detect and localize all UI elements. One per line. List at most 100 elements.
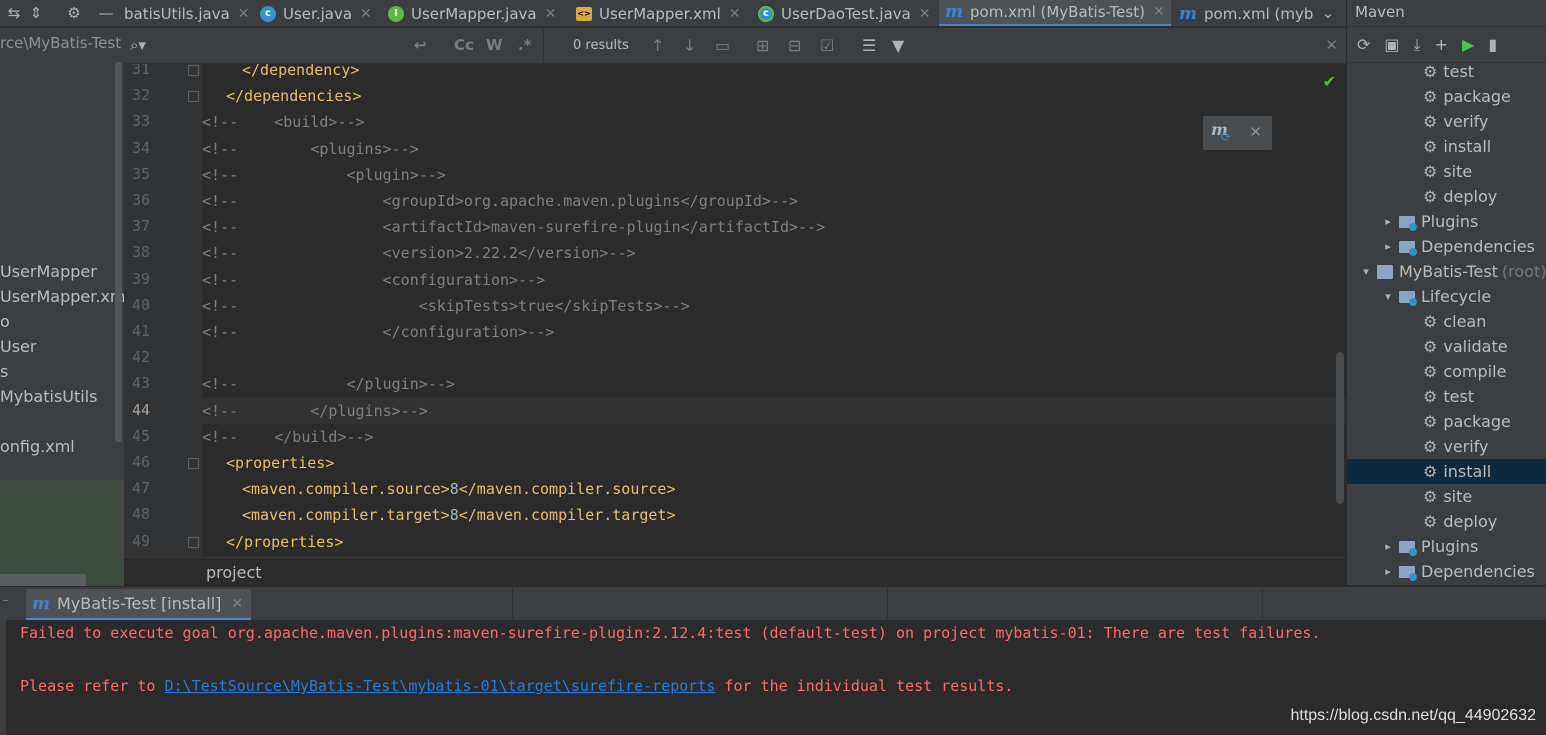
maven-tree-folder[interactable]: ▸ Dependencies — [1347, 559, 1546, 584]
hide-panel-icon[interactable]: — — [96, 3, 116, 23]
editor-tab[interactable]: m pom.xml (myb — [1173, 0, 1319, 26]
maven-tree-goal[interactable]: ⚙ package — [1347, 409, 1546, 434]
settings-gear-icon[interactable]: ⚙ — [64, 3, 84, 23]
maven-tree-goal[interactable]: ⚙ test — [1347, 384, 1546, 409]
maven-tree-goal[interactable]: ⚙ deploy — [1347, 184, 1546, 209]
chevron-right-icon[interactable]: ▸ — [1381, 240, 1395, 253]
add-project-icon[interactable]: + — [1435, 35, 1448, 54]
fold-marker-icon[interactable] — [188, 65, 199, 76]
maven-tree-goal[interactable]: ⚙ install — [1347, 134, 1546, 159]
run-maven-build-icon[interactable]: ▶ — [1462, 35, 1474, 54]
no-problems-check-icon[interactable]: ✔ — [1323, 72, 1336, 91]
previous-occurrence-icon[interactable]: ↑ — [651, 36, 664, 55]
filter-search-results-icon[interactable]: ☰ — [862, 36, 876, 55]
maven-tree-folder[interactable]: ▸ Plugins — [1347, 209, 1546, 234]
reload-icon[interactable]: ⟳ — [1221, 130, 1231, 144]
find-input-area[interactable]: ⌕▾ ↩ Cc W .* — [124, 28, 544, 64]
maven-tree-goal[interactable]: ⚙ site — [1347, 159, 1546, 184]
maven-tree-goal[interactable]: ⚙ install — [1347, 459, 1546, 484]
code-line: </dependencies> — [202, 83, 1346, 109]
line-number: 38 — [131, 243, 150, 262]
select-all-occurrences-icon[interactable]: ▭ — [715, 36, 730, 55]
maven-icon: m — [945, 2, 963, 22]
chevron-right-icon[interactable]: ▸ — [1381, 540, 1395, 553]
project-tree-item[interactable]: s — [0, 359, 8, 384]
close-icon[interactable]: ✕ — [1153, 4, 1165, 20]
search-icon[interactable]: ⌕▾ — [130, 36, 146, 54]
run-panel-hide-icon[interactable]: – — [2, 593, 9, 608]
code-text: <!-- <groupId>org.apache.maven.plugins</… — [202, 192, 799, 210]
generate-sources-icon[interactable]: ▣ — [1384, 35, 1399, 54]
maven-tree-goal[interactable]: ⚙ verify — [1347, 434, 1546, 459]
editor-scrollbar[interactable] — [1336, 352, 1344, 504]
code-token: 8 — [449, 506, 459, 525]
maven-tree-label: Dependencies — [1421, 562, 1535, 581]
filter-icon[interactable]: ▼ — [892, 36, 904, 55]
remove-occurrence-icon[interactable]: ⊟ — [788, 36, 801, 55]
history-icon[interactable]: ↩ — [414, 36, 427, 54]
close-icon[interactable]: ✕ — [238, 6, 250, 22]
project-tree-item[interactable]: MybatisUtils — [0, 384, 98, 409]
editor-tab-label: UserMapper.xml — [599, 4, 721, 23]
find-close-icon[interactable]: ✕ — [1325, 36, 1338, 54]
maven-tree-module[interactable]: ▾ MyBatis-Test (root) — [1347, 259, 1546, 284]
project-tree-item[interactable]: o — [0, 309, 10, 334]
maven-tree-goal[interactable]: ⚙ compile — [1347, 359, 1546, 384]
project-horizontal-scrollbar[interactable] — [0, 574, 86, 586]
close-icon[interactable]: ✕ — [360, 6, 372, 22]
editor-tab[interactable]: c UserDaoTest.java ✕ — [752, 0, 937, 26]
close-icon[interactable]: ✕ — [919, 6, 931, 22]
chevron-down-icon[interactable]: ▾ — [1359, 265, 1373, 278]
project-tree-item[interactable]: onfig.xml — [0, 434, 75, 459]
breadcrumb-item-project[interactable]: project — [206, 563, 262, 582]
project-scrollbar[interactable] — [115, 62, 122, 442]
maven-tree-goal[interactable]: ⚙ clean — [1347, 309, 1546, 334]
expand-collapse-icon[interactable]: ⇕ — [26, 3, 46, 23]
match-case-toggle[interactable]: Cc — [454, 36, 474, 54]
run-console[interactable]: Failed to execute goal org.apache.maven.… — [0, 620, 1546, 735]
maven-tree-goal[interactable]: ⚙ package — [1347, 84, 1546, 109]
maven-tree-goal[interactable]: ⚙ test — [1347, 59, 1546, 84]
editor-tab[interactable]: c User.java ✕ — [254, 0, 378, 26]
regex-toggle[interactable]: .* — [518, 36, 532, 54]
surefire-reports-link[interactable]: D:\TestSource\MyBatis-Test\mybatis-01\ta… — [165, 677, 716, 695]
maven-tree-goal[interactable]: ⚙ deploy — [1347, 509, 1546, 534]
fold-marker-icon[interactable] — [188, 536, 199, 548]
code-editor[interactable]: 31 32 33 34 35 36 37 38 39 40 41 42 43 44 45 46 47 48 49 <… — [124, 64, 1346, 557]
project-tree-item[interactable]: User — [0, 334, 36, 359]
next-occurrence-icon[interactable]: ↓ — [683, 36, 696, 55]
maven-tree-goal[interactable]: ⚙ site — [1347, 484, 1546, 509]
maven-tree-folder[interactable]: ▾ Lifecycle — [1347, 284, 1546, 309]
whole-words-toggle[interactable]: W — [486, 36, 503, 54]
chevron-down-icon[interactable]: ▾ — [1381, 290, 1395, 303]
tab-list-chevron-icon[interactable]: ⌄ — [1318, 3, 1338, 23]
maven-tree-folder[interactable]: ▸ Dependencies — [1347, 234, 1546, 259]
fold-marker-icon[interactable] — [188, 458, 199, 469]
editor-tab[interactable]: m pom.xml (MyBatis-Test) ✕ — [939, 0, 1171, 26]
maven-reload-popup[interactable]: m ⟳ ✕ — [1203, 116, 1272, 150]
project-tree-item[interactable]: UserMapper.xml — [0, 284, 124, 309]
collapse-all-icon[interactable]: ⇆ — [4, 3, 24, 23]
select-all-icon[interactable]: ☑ — [820, 36, 834, 55]
download-sources-icon[interactable]: ⤓ — [1414, 35, 1421, 55]
close-icon[interactable]: ✕ — [545, 6, 557, 22]
chevron-right-icon[interactable]: ▸ — [1381, 565, 1395, 578]
maven-tree-label: MyBatis-Test — [1399, 262, 1498, 281]
chevron-right-icon[interactable]: ▸ — [1381, 215, 1395, 228]
editor-tab[interactable]: <> UserMapper.xml ✕ — [570, 0, 747, 26]
reload-all-projects-icon[interactable]: ⟳ — [1357, 35, 1370, 54]
maven-more-icon[interactable]: ▮ — [1488, 35, 1497, 54]
maven-tree-goal[interactable]: ⚙ verify — [1347, 109, 1546, 134]
code-text: <!-- <artifactId>maven-surefire-plugin</… — [202, 218, 826, 237]
fold-marker-icon[interactable] — [188, 91, 199, 103]
editor-tab[interactable]: batisUtils.java ✕ — [118, 0, 256, 26]
run-tab-mybatis-install[interactable]: m MyBatis-Test [install] ✕ — [26, 589, 252, 621]
add-occurrence-icon[interactable]: ⊞ — [756, 36, 769, 55]
close-icon[interactable]: ✕ — [231, 596, 243, 612]
maven-tree-goal[interactable]: ⚙ validate — [1347, 334, 1546, 359]
maven-tree-folder[interactable]: ▸ Plugins — [1347, 534, 1546, 559]
close-icon[interactable]: ✕ — [729, 6, 741, 22]
project-tree-item[interactable]: UserMapper — [0, 259, 97, 284]
popup-close-icon[interactable]: ✕ — [1249, 123, 1262, 141]
editor-tab[interactable]: I UserMapper.java ✕ — [382, 0, 562, 26]
